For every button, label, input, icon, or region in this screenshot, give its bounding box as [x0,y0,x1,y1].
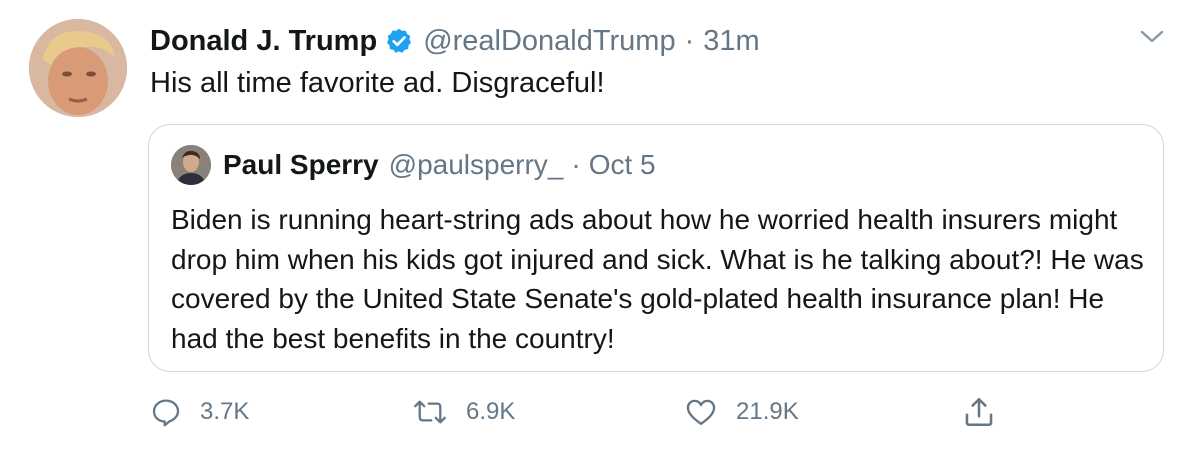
tweet-timestamp[interactable]: 31m [703,25,759,58]
tweet[interactable]: Donald J. Trump @realDonaldTrump · 31m H… [0,0,1196,453]
share-button[interactable] [962,392,996,432]
reply-icon [150,396,182,428]
tweet-text: His all time favorite ad. Disgraceful! [150,67,605,99]
tweet-actions: 3.7K 6.9K 21.9K [150,392,1010,432]
quoted-author-handle[interactable]: @paulsperry_ [389,149,564,181]
chevron-down-icon[interactable] [1137,24,1167,48]
tweet-header: Donald J. Trump @realDonaldTrump · 31m [150,22,760,60]
retweet-button[interactable]: 6.9K [412,392,515,432]
quoted-tweet-text: Biden is running heart-string ads about … [171,204,1144,354]
verified-badge-icon [385,27,413,55]
separator-dot: · [684,24,695,57]
share-icon [962,395,996,429]
retweet-icon [412,396,448,428]
separator-dot: · [571,149,581,180]
quoted-author-avatar[interactable] [171,145,211,185]
heart-icon [684,396,718,428]
reply-count: 3.7K [200,398,250,425]
quoted-tweet-timestamp[interactable]: Oct 5 [589,149,656,181]
quoted-author-name[interactable]: Paul Sperry [223,149,379,181]
retweet-count: 6.9K [466,398,516,425]
like-count: 21.9K [736,398,799,425]
quoted-tweet-header: Paul Sperry @paulsperry_ · Oct 5 [223,146,656,184]
author-name[interactable]: Donald J. Trump [150,25,377,58]
author-avatar[interactable] [29,19,127,117]
reply-button[interactable]: 3.7K [150,392,249,432]
quoted-tweet-card[interactable]: Paul Sperry @paulsperry_ · Oct 5 Biden i… [148,124,1164,372]
author-handle[interactable]: @realDonaldTrump [423,25,675,58]
like-button[interactable]: 21.9K [684,392,799,432]
